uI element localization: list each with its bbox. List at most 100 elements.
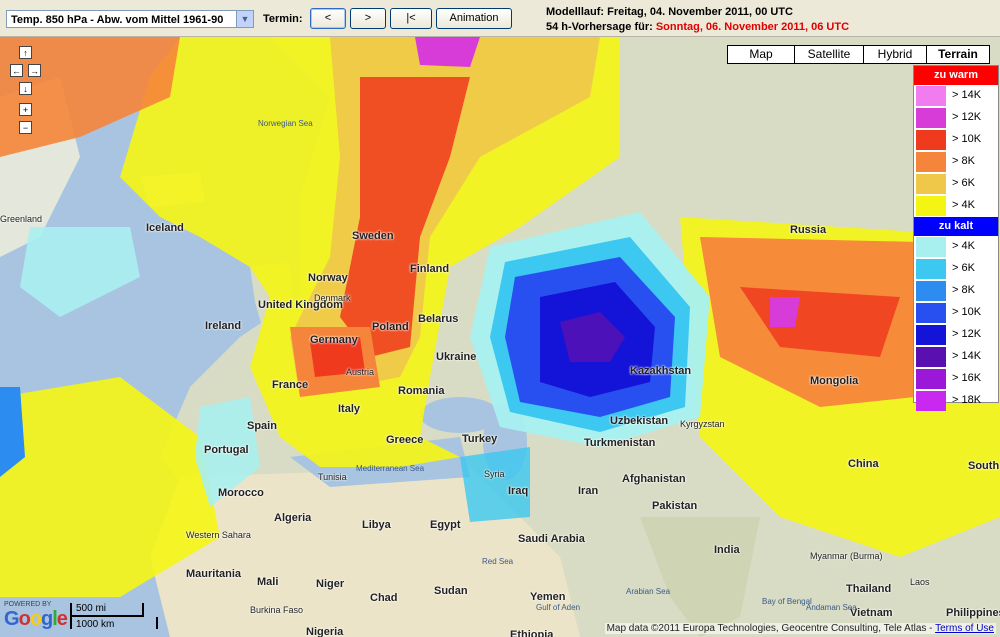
place-label-syria: Syria	[484, 469, 505, 479]
google-logo[interactable]: POWERED BY Google	[4, 601, 68, 631]
legend-row-cold-1: > 6K	[914, 258, 998, 280]
place-label-arabian-sea: Arabian Sea	[626, 587, 671, 596]
place-label-bay-of-bengal: Bay of Bengal	[762, 597, 812, 606]
legend-label: > 10K	[952, 133, 982, 145]
forecast-prefix: 54 h-Vorhersage für:	[546, 21, 656, 33]
google-logo-text: Google	[4, 608, 68, 630]
product-select-value: Temp. 850 hPa - Abw. vom Mittel 1961-90	[11, 14, 224, 26]
legend-swatch	[916, 325, 946, 345]
place-label-myanmar-burma-: Myanmar (Burma)	[810, 551, 883, 561]
warm-magenta-russia	[770, 297, 800, 327]
termin-label: Termin:	[263, 13, 303, 25]
run-info: Modelllauf: Freitag, 04. November 2011, …	[546, 5, 849, 35]
toolbar: Temp. 850 hPa - Abw. vom Mittel 1961-90 …	[0, 0, 1000, 37]
zoom-in-icon[interactable]: +	[19, 103, 32, 116]
next-step-button[interactable]: >	[350, 8, 386, 29]
map-type-map[interactable]: Map	[727, 45, 795, 64]
powered-by-text: POWERED BY	[4, 601, 52, 608]
place-label-china: China	[848, 458, 879, 470]
legend-swatch	[916, 303, 946, 323]
zoom-out-icon[interactable]: −	[19, 121, 32, 134]
place-label-pakistan: Pakistan	[652, 500, 698, 512]
legend-swatch	[916, 237, 946, 257]
place-label-gulf-of-aden: Gulf of Aden	[536, 603, 581, 612]
place-label-saudi-arabia: Saudi Arabia	[518, 533, 585, 545]
place-label-portugal: Portugal	[204, 444, 249, 456]
map-type-satellite[interactable]: Satellite	[794, 45, 864, 64]
legend-row-warm-0: > 14K	[914, 85, 998, 107]
legend-swatch	[916, 108, 946, 128]
place-label-nigeria: Nigeria	[306, 626, 344, 637]
place-label-afghanistan: Afghanistan	[622, 473, 686, 485]
scale-km-label: 1000 km	[76, 619, 115, 630]
place-label-norway: Norway	[308, 272, 348, 284]
product-select[interactable]: Temp. 850 hPa - Abw. vom Mittel 1961-90 …	[6, 10, 254, 28]
place-label-italy: Italy	[338, 403, 361, 415]
pan-left-icon[interactable]: ←	[10, 64, 23, 77]
map-type-hybrid[interactable]: Hybrid	[863, 45, 927, 64]
legend-warm-list: > 14K > 12K > 10K > 8K > 6K > 4K	[914, 85, 998, 217]
place-label-iraq: Iraq	[508, 485, 529, 497]
warm-magenta-north	[415, 37, 480, 67]
pan-up-icon[interactable]: ↑	[19, 46, 32, 59]
place-label-norwegian-sea: Norwegian Sea	[258, 119, 313, 128]
terms-of-use-link[interactable]: Terms of Use	[935, 623, 994, 634]
pan-down-icon[interactable]: ↓	[19, 82, 32, 95]
place-label-ireland: Ireland	[205, 320, 242, 332]
legend-swatch	[916, 152, 946, 172]
legend-label: > 4K	[952, 199, 975, 211]
place-label-greece: Greece	[386, 434, 424, 446]
legend-cold-title: zu kalt	[914, 217, 998, 236]
legend-label: > 8K	[952, 284, 975, 296]
place-label-red-sea: Red Sea	[482, 557, 514, 566]
place-label-ethiopia: Ethiopia	[510, 629, 554, 637]
legend: zu warm > 14K > 12K > 10K > 8K > 6K > 4K zu k…	[913, 65, 999, 411]
copyright: Map data ©2011 Europa Technologies, Geoc…	[604, 623, 996, 634]
place-label-mauritania: Mauritania	[186, 568, 242, 580]
black-sea	[420, 397, 500, 433]
place-label-morocco: Morocco	[218, 487, 264, 499]
legend-row-cold-0: > 4K	[914, 236, 998, 258]
chevron-down-icon[interactable]: ▼	[236, 11, 253, 27]
legend-row-warm-5: > 4K	[914, 195, 998, 217]
pan-right-icon[interactable]: →	[28, 64, 41, 77]
forecast-date: Sonntag, 06. November 2011, 06 UTC	[655, 21, 850, 33]
legend-swatch	[916, 369, 946, 389]
legend-swatch	[916, 174, 946, 194]
place-label-germany: Germany	[310, 334, 358, 346]
legend-row-cold-6: > 16K	[914, 368, 998, 390]
first-step-button[interactable]: |<	[390, 8, 432, 29]
place-label-tunisia: Tunisia	[318, 472, 347, 482]
place-label-romania: Romania	[398, 385, 445, 397]
legend-label: > 8K	[952, 155, 975, 167]
place-label-algeria: Algeria	[274, 512, 312, 524]
legend-cold-list: > 4K > 6K > 8K > 10K > 12K > 14K > 16K > 18K	[914, 236, 998, 412]
forecast-line: 54 h-Vorhersage für: Sonntag, 06. Novemb…	[546, 20, 849, 35]
previous-step-button[interactable]: <	[310, 8, 346, 29]
scale-mi-label: 500 mi	[76, 603, 107, 614]
place-label-iceland: Iceland	[146, 222, 184, 234]
legend-label: > 6K	[952, 262, 975, 274]
place-label-egypt: Egypt	[430, 519, 461, 531]
place-label-turkmenistan: Turkmenistan	[584, 437, 656, 449]
legend-row-warm-4: > 6K	[914, 173, 998, 195]
place-label-turkey: Turkey	[462, 433, 498, 445]
animation-button[interactable]: Animation	[436, 8, 512, 29]
place-label-uzbekistan: Uzbekistan	[610, 415, 669, 427]
place-label-south-china: South China	[968, 460, 1000, 472]
place-label-burkina-faso: Burkina Faso	[250, 605, 304, 615]
map-type-terrain[interactable]: Terrain	[926, 45, 990, 64]
place-label-niger: Niger	[316, 578, 345, 590]
legend-row-cold-3: > 10K	[914, 302, 998, 324]
map-canvas[interactable]: Greenland Iceland Norwegian Sea Norway Swede…	[0, 37, 1000, 637]
legend-label: > 14K	[952, 89, 982, 101]
place-label-mongolia: Mongolia	[810, 375, 859, 387]
place-label-sudan: Sudan	[434, 585, 468, 597]
legend-swatch	[916, 86, 946, 106]
model-run-text: Modelllauf: Freitag, 04. November 2011, …	[546, 6, 793, 18]
place-label-laos: Laos	[910, 577, 930, 587]
place-label-united-kingdom: United Kingdom	[258, 299, 343, 311]
place-label-kyrgyzstan: Kyrgyzstan	[680, 419, 725, 429]
place-label-mali: Mali	[257, 576, 279, 588]
map-type-control: Map Satellite Hybrid Terrain	[727, 45, 990, 64]
